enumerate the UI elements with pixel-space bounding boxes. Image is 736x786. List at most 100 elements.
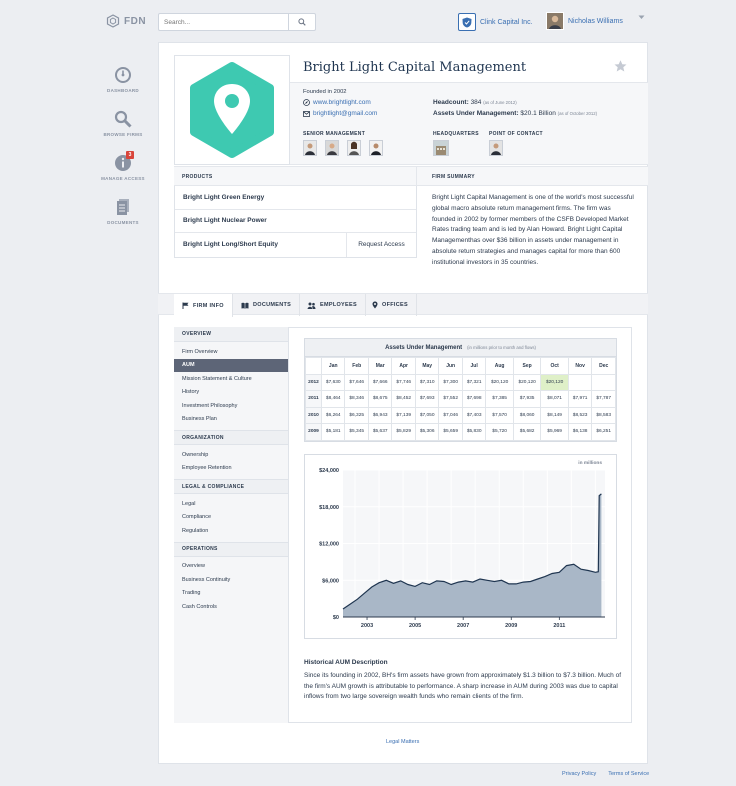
value-cell: $8,346	[344, 390, 369, 408]
hq-label: HEADQUARTERS	[433, 131, 479, 137]
menu-item-mission[interactable]: Mission Statement & Culture	[174, 372, 288, 386]
hq-photo[interactable]	[433, 140, 449, 157]
tab-documents[interactable]: DOCUMENTS	[233, 294, 301, 316]
tab-employees[interactable]: EMPLOYEES	[299, 294, 366, 316]
company-switcher[interactable]: Clink Capital Inc.	[458, 13, 533, 31]
month-header: Feb	[344, 357, 369, 375]
value-cell: $7,552	[438, 390, 463, 408]
value-cell: $5,659	[438, 423, 463, 441]
people-icon	[307, 302, 316, 309]
month-header: Jan	[320, 357, 346, 375]
value-cell: $7,050	[414, 406, 440, 424]
side-nav: DASHBOARD BROWSE FIRMS 3 MANAGE ACCESS D…	[101, 66, 145, 242]
person-photo[interactable]	[369, 140, 383, 156]
website-link[interactable]: www.brightlight.com	[313, 99, 371, 106]
menu-group-heading: OPERATIONS	[174, 541, 288, 557]
month-header: Nov	[567, 357, 593, 375]
value-cell: $6,251	[591, 423, 616, 441]
firm-summary-text: Bright Light Capital Management is one o…	[432, 194, 634, 266]
value-cell: $5,969	[540, 423, 569, 441]
aum-grid: Jan Feb Mar Apr May Jun Jul Aug Sep Oct Nov Dec 201…	[305, 357, 616, 441]
year-cell: 2011	[305, 390, 322, 408]
menu-item-investment-philosophy[interactable]: Investment Philosophy	[174, 399, 288, 413]
menu-item-ops-overview[interactable]: Overview	[174, 560, 288, 574]
menu-item-business-plan[interactable]: Business Plan	[174, 413, 288, 427]
email-row: brightlight@gmail.com	[303, 110, 377, 117]
menu-item-cash-controls[interactable]: Cash Controls	[174, 600, 288, 614]
headcount: Headcount: 384 (as of June 2012)	[433, 99, 517, 106]
person-photo[interactable]	[347, 140, 361, 156]
person-photo[interactable]	[325, 140, 339, 156]
month-header: Mar	[367, 357, 393, 375]
pin-icon	[372, 301, 378, 309]
month-header: Jun	[438, 357, 463, 375]
poc-photo[interactable]	[489, 140, 503, 157]
value-cell: $7,693	[414, 390, 440, 408]
year-cell: 2010	[305, 406, 322, 424]
value-cell: $5,306	[414, 423, 440, 441]
summary-heading: FIRM SUMMARY	[432, 174, 475, 180]
value-cell: $7,935	[512, 390, 542, 408]
app-logo[interactable]: FDN	[106, 14, 146, 28]
tab-bar: FIRM INFO DOCUMENTS EMPLOYEES OFFICES	[158, 293, 648, 317]
value-cell: $7,971	[567, 390, 593, 408]
x-tick-label: 2005	[409, 623, 421, 629]
company-name: Clink Capital Inc.	[480, 18, 533, 26]
history-title: Historical AUM Description	[304, 659, 388, 666]
menu-item-firm-overview[interactable]: Firm Overview	[174, 345, 288, 359]
product-item[interactable]: Bright Light Long/Short Equity Request A…	[175, 233, 416, 257]
month-header: Aug	[485, 357, 514, 375]
menu-item-history[interactable]: History	[174, 386, 288, 400]
value-cell: $5,720	[485, 423, 514, 441]
aum-table-title: Assets Under Management (in millions pri…	[305, 339, 616, 357]
user-dropdown-toggle[interactable]	[638, 15, 645, 22]
value-cell: $7,666	[367, 373, 393, 391]
website-row: www.brightlight.com	[303, 99, 371, 106]
menu-item-employee-retention[interactable]: Employee Retention	[174, 462, 288, 476]
value-cell	[591, 373, 616, 391]
search-button[interactable]	[288, 14, 315, 30]
tab-firm-info[interactable]: FIRM INFO	[174, 294, 233, 317]
nav-documents[interactable]: DOCUMENTS	[102, 198, 144, 225]
menu-item-regulation[interactable]: Regulation	[174, 524, 288, 538]
value-cell: $7,046	[438, 406, 463, 424]
person-photo	[489, 140, 503, 156]
value-cell: $7,746	[391, 373, 416, 391]
tab-offices[interactable]: OFFICES	[364, 294, 417, 316]
menu-item-compliance[interactable]: Compliance	[174, 511, 288, 525]
logo-text: FDN	[124, 15, 147, 27]
product-item[interactable]: Bright Light Green Energy	[175, 186, 416, 210]
email-link[interactable]: brightlight@gmail.com	[313, 110, 377, 117]
product-item[interactable]: Bright Light Nuclear Power	[175, 210, 416, 233]
value-cell: $7,310	[414, 373, 440, 391]
envelope-icon	[303, 110, 310, 117]
star-icon	[614, 60, 627, 72]
legal-matters-link[interactable]: Legal Matters	[386, 739, 419, 745]
nav-manage-access[interactable]: 3 MANAGE ACCESS	[101, 151, 145, 181]
nav-dashboard[interactable]: DASHBOARD	[102, 66, 144, 93]
value-cell: $6,325	[344, 406, 369, 424]
terms-of-service-link[interactable]: Terms of Service	[608, 771, 649, 777]
request-access-button[interactable]: Request Access	[346, 233, 416, 257]
person-photo[interactable]	[303, 140, 317, 156]
month-header: Sep	[512, 357, 542, 375]
value-cell: $20,120	[485, 373, 514, 391]
value-cell: $5,181	[320, 423, 346, 441]
menu-item-aum[interactable]: AUM	[174, 358, 288, 372]
user-menu[interactable]: Nicholas Williams	[546, 12, 623, 30]
menu-group-heading: LEGAL & COMPLIANCE	[174, 479, 288, 494]
menu-item-trading[interactable]: Trading	[174, 587, 288, 601]
menu-item-business-continuity[interactable]: Business Continuity	[174, 573, 288, 587]
aum-label: Assets Under Management:	[433, 110, 519, 117]
value-cell: $8,675	[367, 390, 393, 408]
menu-item-ownership[interactable]: Ownership	[174, 448, 288, 462]
privacy-policy-link[interactable]: Privacy Policy	[562, 771, 596, 777]
nav-browse-firms[interactable]: BROWSE FIRMS	[102, 110, 144, 137]
menu-item-legal[interactable]: Legal	[174, 497, 288, 511]
value-cell: $5,682	[512, 423, 542, 441]
search-input[interactable]	[159, 14, 287, 30]
favorite-button[interactable]	[614, 60, 627, 74]
value-cell: $6,943	[367, 406, 393, 424]
value-cell: $8,464	[320, 390, 346, 408]
firm-name: Bright Light Capital Management	[303, 60, 527, 75]
